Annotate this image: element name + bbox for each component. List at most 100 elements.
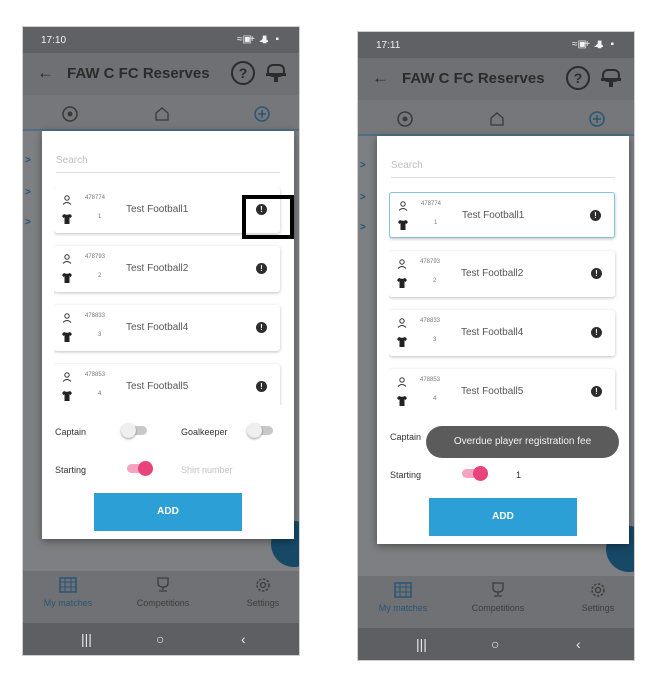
bottom-navigation: My matches Competitions Settings bbox=[23, 571, 299, 623]
shirt-number-field[interactable]: Shirt number bbox=[181, 465, 261, 475]
help-circle-icon[interactable]: ? bbox=[231, 61, 255, 85]
player-number: 2 bbox=[98, 273, 102, 279]
add-player-dialog: 478774 1 Test Football1 ! 478793 2 Test … bbox=[42, 131, 294, 539]
player-name: Test Football2 bbox=[126, 263, 189, 274]
player-id: 478774 bbox=[421, 201, 442, 207]
search-input[interactable] bbox=[56, 149, 280, 171]
phone-screenshot-right: 17:11 ▣ ☁ ▪ ≈ + ▮ ← FAW C FC Reserves ? … bbox=[357, 31, 635, 661]
status-bar: 17:10 ▣ ☁ ▪ ≈ + ▮ bbox=[23, 27, 299, 53]
system-back-button[interactable]: ‹ bbox=[241, 631, 246, 647]
system-back-button[interactable]: ‹ bbox=[576, 636, 581, 652]
toast-message: Overdue player registration fee bbox=[426, 426, 619, 458]
search-field bbox=[391, 154, 615, 178]
arrow-left-icon[interactable]: ← bbox=[372, 68, 389, 88]
recents-button[interactable]: ||| bbox=[416, 636, 427, 652]
player-name: Test Football5 bbox=[461, 386, 524, 397]
info-icon[interactable]: ! bbox=[591, 268, 602, 279]
nav-label: My matches bbox=[378, 603, 428, 613]
home-button[interactable]: ○ bbox=[491, 636, 499, 652]
player-number: 4 bbox=[98, 391, 102, 397]
shirt-icon bbox=[397, 396, 407, 406]
gear-icon bbox=[591, 583, 605, 597]
calendar-grid-icon bbox=[59, 577, 77, 593]
player-number: 3 bbox=[433, 337, 437, 343]
chevron-right-icon: > bbox=[25, 155, 31, 166]
role-toggles-row: Captain Goalkeeper bbox=[55, 423, 285, 443]
home-button[interactable]: ○ bbox=[156, 631, 164, 647]
person-icon bbox=[397, 259, 407, 269]
player-id: 478793 bbox=[420, 259, 441, 265]
player-row[interactable]: 478853 4 Test Football5 ! bbox=[54, 364, 280, 405]
arrow-left-icon[interactable]: ← bbox=[37, 63, 54, 83]
person-icon bbox=[62, 254, 72, 264]
stadium-icon[interactable] bbox=[153, 105, 171, 123]
shirt-icon bbox=[62, 332, 72, 342]
nav-my-matches[interactable]: My matches bbox=[363, 582, 443, 613]
tab-bar bbox=[23, 95, 299, 131]
nav-competitions[interactable]: Competitions bbox=[458, 582, 538, 613]
status-time: 17:10 bbox=[41, 35, 67, 46]
info-icon[interactable]: ! bbox=[256, 263, 267, 274]
gear-icon bbox=[256, 578, 270, 592]
player-row[interactable]: 478793 2 Test Football2 ! bbox=[54, 246, 280, 292]
player-number: 4 bbox=[433, 396, 437, 402]
info-icon[interactable]: ! bbox=[591, 386, 602, 397]
starting-label: Starting bbox=[390, 470, 422, 480]
shirt-icon bbox=[62, 273, 72, 283]
search-input[interactable] bbox=[391, 154, 615, 176]
tab-bar bbox=[358, 100, 634, 136]
starting-label: Starting bbox=[55, 465, 87, 475]
player-row-selected[interactable]: 478774 1 Test Football1 ! bbox=[389, 192, 615, 238]
add-button[interactable]: ADD bbox=[429, 498, 577, 536]
app-title: FAW C FC Reserves bbox=[67, 65, 210, 82]
player-id: 478833 bbox=[420, 318, 441, 324]
add-player-dialog: 478774 1 Test Football1 ! 478793 2 Test … bbox=[377, 136, 629, 544]
battery-icon: ≈ + ▮ bbox=[237, 34, 270, 45]
player-row[interactable]: 478833 3 Test Football4 ! bbox=[54, 305, 280, 351]
app-bar: ← FAW C FC Reserves ? bbox=[358, 58, 634, 100]
player-number: 2 bbox=[433, 278, 437, 284]
info-icon[interactable]: ! bbox=[256, 322, 267, 333]
soccer-ball-icon[interactable] bbox=[61, 105, 79, 123]
starting-switch[interactable] bbox=[460, 466, 488, 481]
player-id: 478774 bbox=[85, 195, 106, 201]
player-row[interactable]: 478853 4 Test Football5 ! bbox=[389, 369, 615, 410]
player-name: Test Football5 bbox=[126, 381, 189, 392]
whistle-icon[interactable] bbox=[265, 62, 287, 84]
recents-button[interactable]: ||| bbox=[81, 631, 92, 647]
captain-switch[interactable] bbox=[121, 423, 149, 438]
player-name: Test Football4 bbox=[461, 327, 524, 338]
help-circle-icon[interactable]: ? bbox=[566, 66, 590, 90]
goalkeeper-switch[interactable] bbox=[247, 423, 275, 438]
nav-settings[interactable]: Settings bbox=[223, 577, 299, 608]
info-icon[interactable]: ! bbox=[590, 210, 601, 221]
player-row[interactable]: 478793 2 Test Football2 ! bbox=[389, 251, 615, 297]
person-icon bbox=[62, 313, 72, 323]
person-icon bbox=[398, 201, 408, 211]
player-number: 1 bbox=[98, 214, 102, 220]
trophy-icon bbox=[157, 577, 169, 592]
stadium-icon[interactable] bbox=[488, 110, 506, 128]
person-icon bbox=[62, 195, 72, 205]
chevron-right-icon: > bbox=[360, 222, 366, 233]
person-icon bbox=[397, 318, 407, 328]
add-button[interactable]: ADD bbox=[94, 493, 242, 531]
shirt-number-field[interactable]: 1 bbox=[516, 470, 596, 480]
add-circle-icon[interactable] bbox=[253, 105, 271, 123]
shirt-icon bbox=[62, 391, 72, 401]
info-icon[interactable]: ! bbox=[256, 381, 267, 392]
whistle-icon[interactable] bbox=[600, 67, 622, 89]
add-circle-icon[interactable] bbox=[588, 110, 606, 128]
nav-label: My matches bbox=[43, 598, 93, 608]
nav-my-matches[interactable]: My matches bbox=[28, 577, 108, 608]
nav-competitions[interactable]: Competitions bbox=[123, 577, 203, 608]
phone-screenshot-left: 17:10 ▣ ☁ ▪ ≈ + ▮ ← FAW C FC Reserves ? … bbox=[22, 26, 300, 656]
info-icon[interactable]: ! bbox=[591, 327, 602, 338]
player-row[interactable]: 478833 3 Test Football4 ! bbox=[389, 310, 615, 356]
starting-row: Starting 1 bbox=[390, 466, 620, 486]
soccer-ball-icon[interactable] bbox=[396, 110, 414, 128]
player-name: Test Football2 bbox=[461, 268, 524, 279]
starting-switch[interactable] bbox=[125, 461, 153, 476]
nav-settings[interactable]: Settings bbox=[558, 582, 634, 613]
player-number: 3 bbox=[98, 332, 102, 338]
